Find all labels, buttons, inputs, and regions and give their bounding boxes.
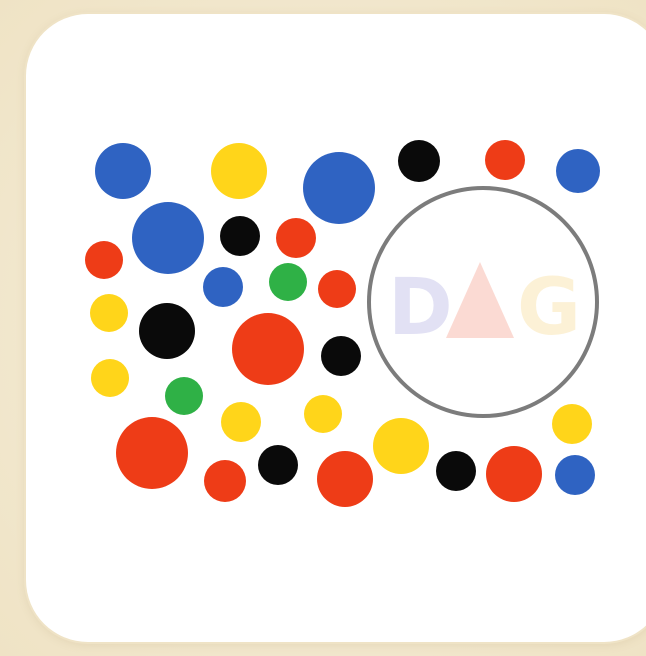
yellow-dot[interactable] [373, 418, 429, 474]
black-dot[interactable] [398, 140, 440, 182]
yellow-dot[interactable] [90, 294, 128, 332]
game-stage: D G [0, 0, 646, 656]
black-dot[interactable] [220, 216, 260, 256]
red-dot[interactable] [486, 446, 542, 502]
selection-ring[interactable] [367, 186, 599, 418]
black-dot[interactable] [321, 336, 361, 376]
green-dot[interactable] [165, 377, 203, 415]
blue-dot[interactable] [132, 202, 204, 274]
red-dot[interactable] [485, 140, 525, 180]
red-dot[interactable] [116, 417, 188, 489]
blue-dot[interactable] [555, 455, 595, 495]
yellow-dot[interactable] [304, 395, 342, 433]
yellow-dot[interactable] [91, 359, 129, 397]
blue-dot[interactable] [303, 152, 375, 224]
yellow-dot[interactable] [221, 402, 261, 442]
blue-dot[interactable] [95, 143, 151, 199]
blue-dot[interactable] [203, 267, 243, 307]
yellow-dot[interactable] [211, 143, 267, 199]
red-dot[interactable] [276, 218, 316, 258]
red-dot[interactable] [318, 270, 356, 308]
red-dot[interactable] [232, 313, 304, 385]
black-dot[interactable] [258, 445, 298, 485]
red-dot[interactable] [204, 460, 246, 502]
blue-dot[interactable] [556, 149, 600, 193]
red-dot[interactable] [85, 241, 123, 279]
black-dot[interactable] [139, 303, 195, 359]
green-dot[interactable] [269, 263, 307, 301]
black-dot[interactable] [436, 451, 476, 491]
yellow-dot[interactable] [552, 404, 592, 444]
red-dot[interactable] [317, 451, 373, 507]
